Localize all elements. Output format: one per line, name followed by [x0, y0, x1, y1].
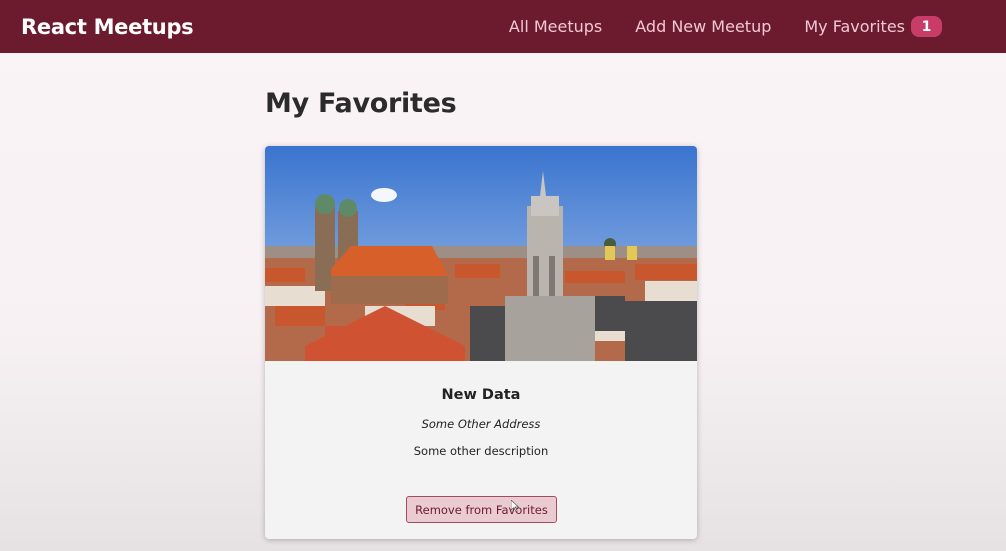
- mouse-cursor-icon: [511, 500, 519, 512]
- app-logo: React Meetups: [21, 14, 194, 39]
- nav-my-favorites-label: My Favorites: [804, 17, 905, 36]
- meetup-content: New Data Some Other Address Some other d…: [265, 387, 697, 458]
- meetup-card: New Data Some Other Address Some other d…: [265, 146, 697, 539]
- main-nav: All Meetups Add New Meetup My Favorites …: [509, 16, 942, 37]
- meetup-image: [265, 146, 697, 361]
- remove-from-favorites-button[interactable]: Remove from Favorites: [406, 496, 557, 523]
- nav-my-favorites[interactable]: My Favorites 1: [804, 16, 942, 37]
- favorites-count-badge: 1: [911, 16, 942, 37]
- app-header: React Meetups All Meetups Add New Meetup…: [0, 0, 1006, 53]
- page-title: My Favorites: [265, 88, 457, 119]
- meetup-address: Some Other Address: [421, 417, 541, 431]
- nav-all-meetups[interactable]: All Meetups: [509, 17, 602, 36]
- meetup-title: New Data: [441, 387, 521, 403]
- nav-add-new-meetup[interactable]: Add New Meetup: [635, 17, 771, 36]
- meetup-description: Some other description: [413, 444, 549, 458]
